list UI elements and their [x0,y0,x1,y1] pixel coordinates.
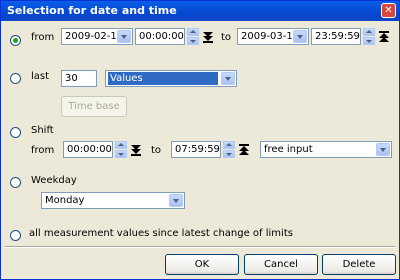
shift-from-label: from [31,145,55,156]
chevron-down-icon[interactable] [293,30,307,43]
shift-end-spinner[interactable] [223,141,235,158]
shift-end-time-field[interactable]: 07:59:59 [171,141,221,158]
spin-up-icon[interactable] [363,28,375,36]
spin-up-icon[interactable] [115,141,127,149]
shift-mode-value: free input [264,144,313,155]
separator [5,246,395,248]
shift-jump-end-icon[interactable] [239,144,249,156]
window-title: Selection for date and time [7,4,177,17]
last-label: last [31,71,50,82]
end-date-picker[interactable]: 2009-03-18 [237,28,309,45]
time-base-button[interactable]: Time base [61,96,127,117]
chevron-down-icon[interactable] [169,194,183,207]
from-label: from [31,32,55,43]
shift-start-spinner[interactable] [115,141,127,158]
delete-button[interactable]: Delete [322,254,396,275]
weekday-value: Monday [45,195,85,206]
last-radio[interactable] [10,73,21,84]
start-time-field[interactable]: 00:00:00 [135,28,185,45]
chevron-down-icon[interactable] [376,143,390,156]
cancel-button[interactable]: Cancel [244,254,318,275]
from-radio[interactable] [10,35,21,46]
close-icon[interactable]: ✕ [381,3,396,18]
start-date-picker[interactable]: 2009-02-10 [61,28,133,45]
jump-to-end-icon[interactable] [379,31,389,43]
spin-down-icon[interactable] [223,150,235,158]
chevron-down-icon[interactable] [221,72,235,85]
since-change-label: all measurement values since latest chan… [29,228,293,239]
date-time-selection-dialog: Selection for date and time ✕ from 2009-… [0,0,400,280]
shift-to-label: to [151,145,162,156]
shift-jump-start-icon[interactable] [131,144,141,156]
spin-down-icon[interactable] [115,150,127,158]
weekday-select[interactable]: Monday [41,192,185,209]
spin-down-icon[interactable] [187,37,199,45]
jump-to-start-icon[interactable] [203,31,213,43]
chevron-down-icon[interactable] [117,30,131,43]
spin-down-icon[interactable] [363,37,375,45]
end-time-spinner[interactable] [363,28,375,45]
since-change-radio[interactable] [10,230,21,241]
shift-start-time-field[interactable]: 00:00:00 [63,141,113,158]
end-date-value: 2009-03-18 [241,31,300,42]
last-count-field[interactable]: 30 [61,70,97,87]
shift-mode-select[interactable]: free input [260,141,392,158]
spin-up-icon[interactable] [187,28,199,36]
shift-radio[interactable] [10,127,21,138]
last-unit-value: Values [110,73,143,84]
start-date-value: 2009-02-10 [65,31,124,42]
spin-up-icon[interactable] [223,141,235,149]
weekday-label: Weekday [31,175,77,186]
title-bar: Selection for date and time ✕ [1,1,399,21]
weekday-radio[interactable] [10,177,21,188]
dialog-body: from 2009-02-10 00:00:00 to 2009-03-18 2… [1,21,399,279]
start-time-spinner[interactable] [187,28,199,45]
last-unit-select[interactable]: Values [105,70,237,87]
from-to-label: to [221,32,232,43]
ok-button[interactable]: OK [165,254,239,275]
end-time-field[interactable]: 23:59:59 [311,28,361,45]
shift-label: Shift [31,125,54,136]
